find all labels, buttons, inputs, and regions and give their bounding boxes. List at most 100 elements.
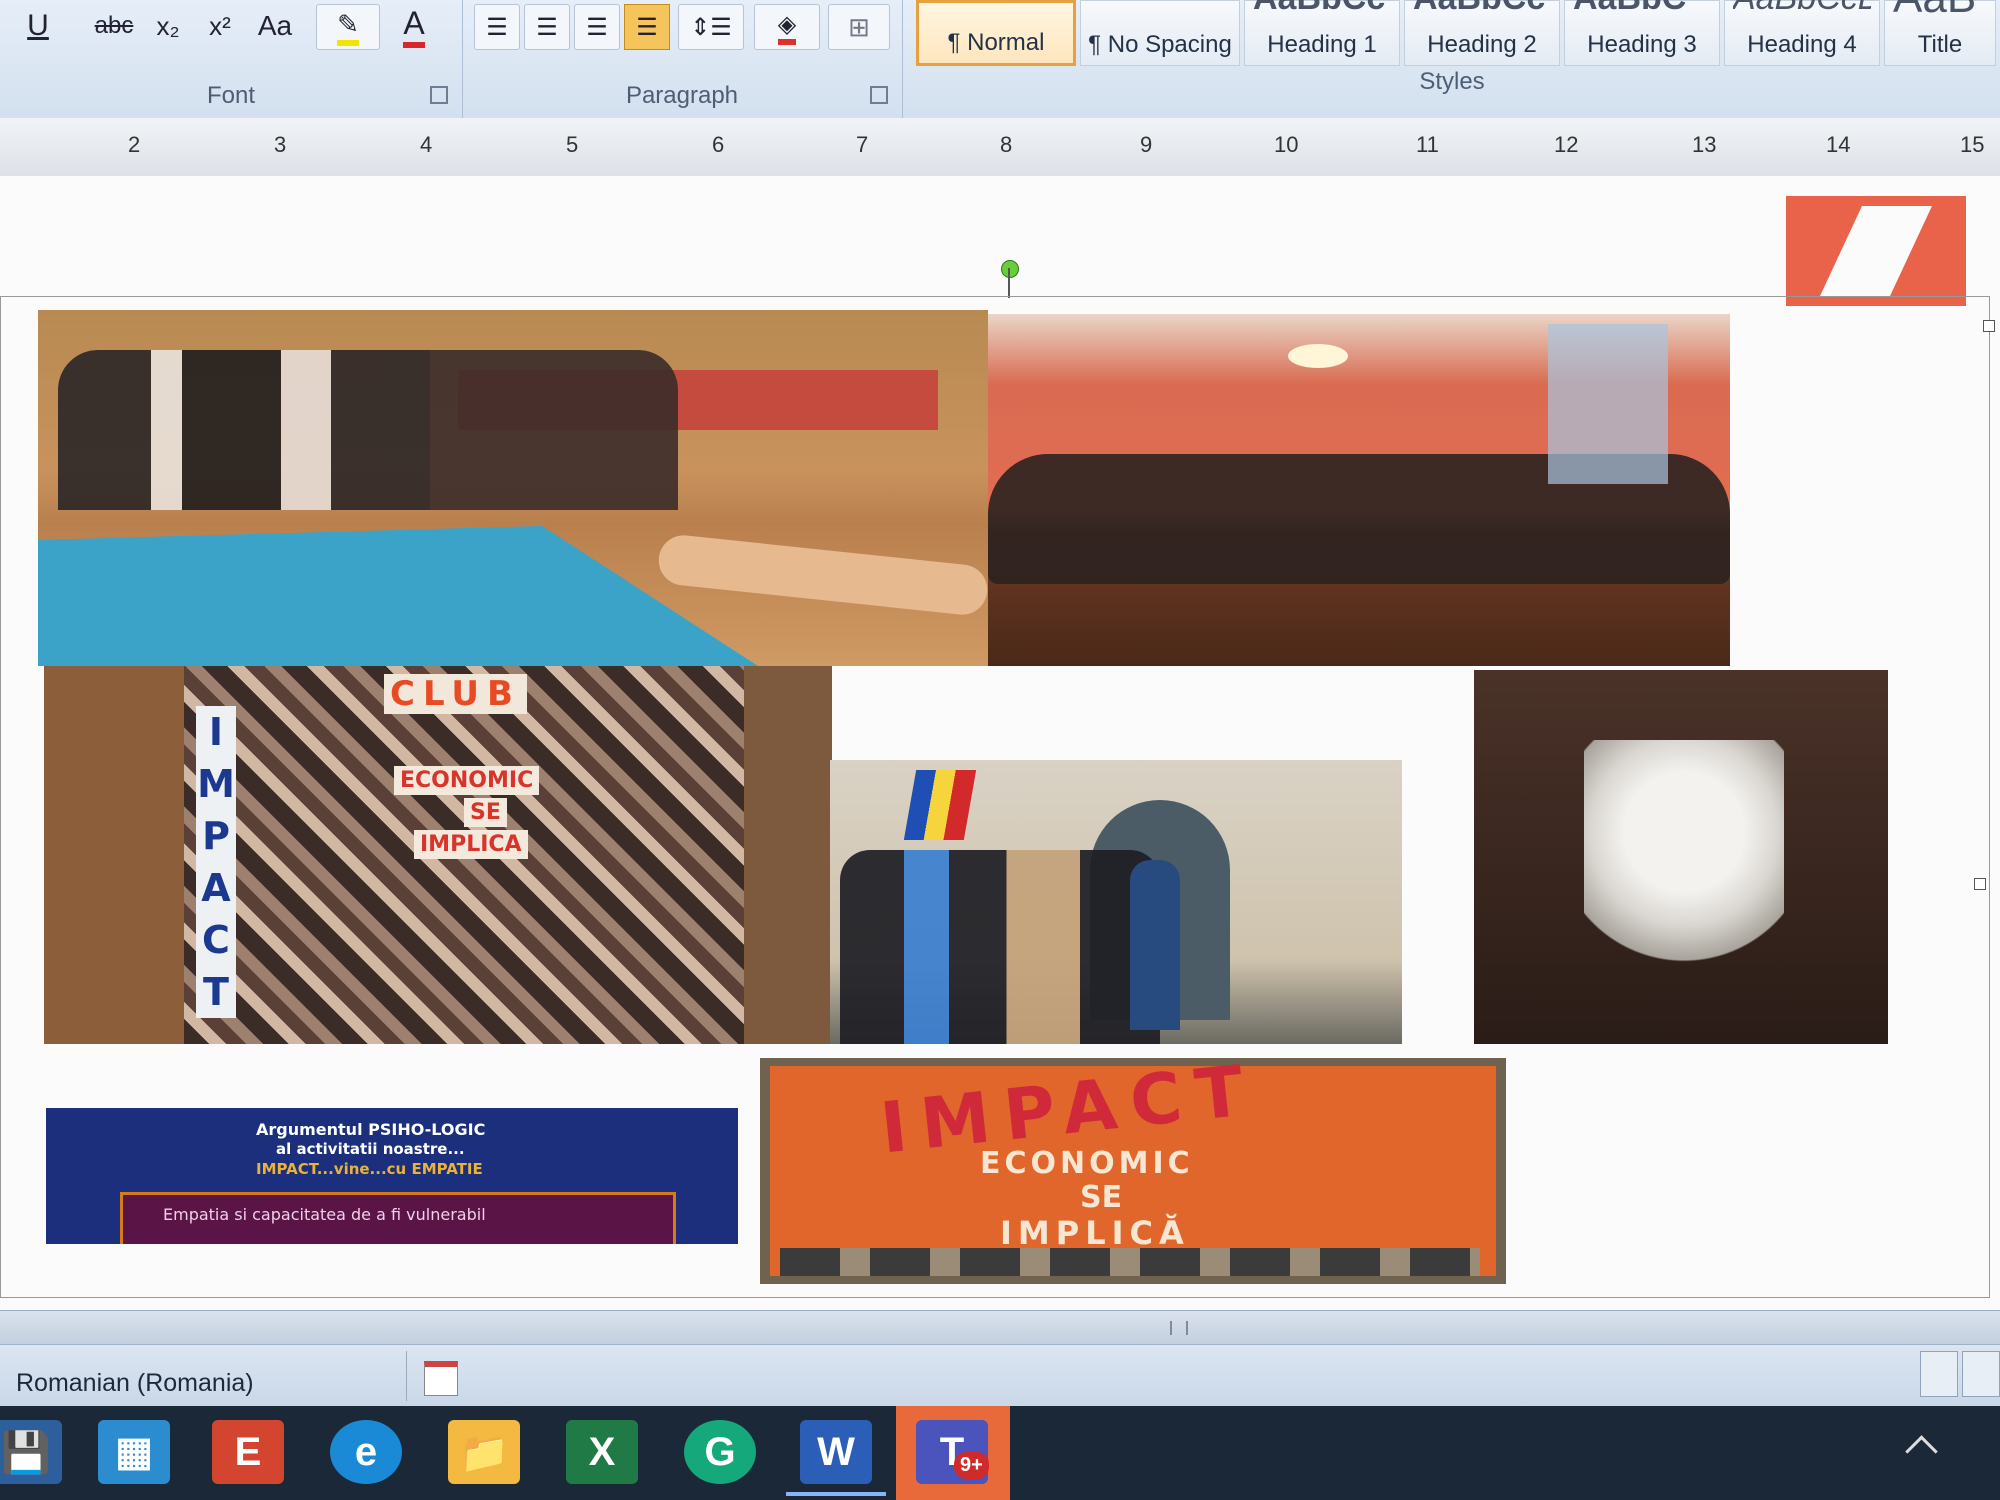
poster-line-economic: ECONOMIC bbox=[980, 1146, 1194, 1181]
students-row bbox=[58, 350, 678, 510]
students-group bbox=[840, 850, 1160, 1044]
decorative-shape bbox=[1786, 196, 1966, 306]
door-frame bbox=[744, 666, 832, 1044]
ruler-number: 6 bbox=[712, 132, 725, 157]
style-no-spacing[interactable]: ¶ No Spacing bbox=[1080, 0, 1240, 66]
ruler-number: 9 bbox=[1140, 132, 1153, 157]
photo-impact-club-board[interactable]: CLUB IMPACT ECONOMIC SE IMPLICA bbox=[44, 666, 832, 1044]
status-bar: Romanian (Romania) bbox=[0, 1344, 2000, 1407]
word-icon[interactable]: W bbox=[800, 1420, 872, 1484]
slide-psycho-logic[interactable]: Argumentul PSIHO-LOGIC al activitatii no… bbox=[46, 1108, 738, 1244]
poster-impact[interactable]: IMPACT ECONOMIC SE IMPLICĂ bbox=[760, 1058, 1506, 1284]
style-heading-3[interactable]: AaBbC Heading 3 bbox=[1564, 0, 1720, 66]
style-normal[interactable]: ¶ Normal bbox=[916, 0, 1076, 66]
shading-button[interactable]: ◈ bbox=[754, 4, 820, 50]
align-left-button[interactable]: ☰ bbox=[474, 4, 520, 50]
style-label: Title bbox=[1917, 31, 1963, 58]
paragraph-dialog-launcher[interactable] bbox=[870, 86, 888, 104]
highlighter-icon: ✎ bbox=[337, 9, 359, 46]
language-indicator[interactable]: Romanian (Romania) bbox=[16, 1369, 254, 1398]
align-center-button[interactable]: ☰ bbox=[524, 4, 570, 50]
style-title[interactable]: AaB Title bbox=[1884, 0, 1996, 66]
slide-content-box: Empatia si capacitatea de a fi vulnerabi… bbox=[120, 1192, 676, 1244]
standing-student bbox=[1130, 860, 1180, 1030]
paragraph-group: ☰ ☰ ☰ ☰ ⇕☰ ◈ ⊞ Paragraph bbox=[462, 0, 903, 118]
proofing-icon[interactable] bbox=[424, 1361, 458, 1396]
borders-button[interactable]: ⊞ bbox=[828, 4, 890, 50]
style-label: Heading 1 bbox=[1267, 31, 1377, 58]
status-separator bbox=[406, 1351, 407, 1401]
font-color-button[interactable]: A bbox=[390, 4, 438, 48]
style-label: Heading 3 bbox=[1587, 31, 1697, 58]
font-group-label: Font bbox=[206, 82, 256, 109]
strikethrough-button[interactable]: abc bbox=[90, 4, 138, 48]
style-label: ¶ Normal bbox=[947, 29, 1045, 56]
align-right-button[interactable]: ☰ bbox=[574, 4, 620, 50]
file-explorer-icon[interactable]: 📁 bbox=[448, 1420, 520, 1484]
font-group: U abc x₂ x² Aa ✎ A Font bbox=[0, 0, 463, 118]
app-icon[interactable]: ▦ bbox=[98, 1420, 170, 1484]
full-screen-view-button[interactable] bbox=[1962, 1351, 2000, 1397]
grammarly-icon[interactable]: G bbox=[684, 1420, 756, 1484]
paint-bucket-icon: ◈ bbox=[777, 10, 797, 45]
ruler-number: 11 bbox=[1416, 132, 1439, 157]
style-preview: AaBbCc bbox=[1253, 0, 1391, 18]
ruler-number: 12 bbox=[1554, 132, 1579, 157]
powerpoint-icon[interactable]: E bbox=[212, 1420, 284, 1484]
board-club-text: CLUB bbox=[384, 674, 527, 714]
edge-icon[interactable]: e bbox=[330, 1420, 402, 1484]
ruler-number: 15 bbox=[1960, 132, 1985, 157]
style-heading-4[interactable]: AaBbCcD Heading 4 bbox=[1724, 0, 1880, 66]
change-case-button[interactable]: Aa bbox=[250, 4, 300, 48]
style-preview: AaBbCcD bbox=[1733, 0, 1871, 18]
font-dialog-launcher[interactable] bbox=[430, 86, 448, 104]
slide-box-text: Empatia si capacitatea de a fi vulnerabi… bbox=[163, 1205, 486, 1224]
style-label: Heading 4 bbox=[1747, 31, 1857, 58]
style-heading-1[interactable]: AaBbCc Heading 1 bbox=[1244, 0, 1400, 66]
ruler-number: 7 bbox=[856, 132, 869, 157]
save-icon[interactable]: 💾 bbox=[0, 1420, 62, 1484]
outstretched-arm bbox=[656, 532, 988, 618]
show-hidden-icons-chevron-icon[interactable] bbox=[1905, 1435, 1938, 1468]
scroll-thumb-grip[interactable] bbox=[1170, 1321, 1188, 1335]
word-active-indicator bbox=[786, 1492, 886, 1496]
poster-photos-strip bbox=[780, 1248, 1480, 1276]
photo-school-entrance-group[interactable] bbox=[830, 760, 1402, 1044]
ceiling-light bbox=[1288, 344, 1348, 368]
resize-handle[interactable] bbox=[1983, 320, 1995, 332]
photo-meeting-room[interactable] bbox=[988, 314, 1730, 666]
photo-paper-decoration[interactable] bbox=[1474, 670, 1888, 1044]
style-heading-2[interactable]: AaBbCc Heading 2 bbox=[1404, 0, 1560, 66]
board-implica-text: IMPLICA bbox=[414, 830, 528, 859]
styles-group-label: Styles bbox=[1419, 68, 1485, 95]
justify-button[interactable]: ☰ bbox=[624, 4, 670, 50]
underline-button[interactable]: U bbox=[18, 4, 58, 48]
print-layout-view-button[interactable] bbox=[1920, 1351, 1958, 1397]
rotation-handle-line bbox=[1008, 268, 1010, 298]
horizontal-scrollbar[interactable] bbox=[0, 1310, 2000, 1345]
superscript-button[interactable]: x² bbox=[200, 4, 240, 48]
subscript-button[interactable]: x₂ bbox=[148, 4, 188, 48]
horizontal-ruler[interactable]: 2 3 4 5 6 7 8 9 10 11 12 13 14 15 bbox=[0, 118, 2000, 177]
line-spacing-button[interactable]: ⇕☰ bbox=[678, 4, 744, 50]
window bbox=[1548, 324, 1668, 484]
rotation-handle[interactable] bbox=[1001, 260, 1019, 278]
paragraph-group-label: Paragraph bbox=[625, 82, 739, 109]
ruler-number: 8 bbox=[1000, 132, 1013, 157]
ribbon: U abc x₂ x² Aa ✎ A Font ☰ ☰ ☰ ☰ ⇕☰ ◈ ⊞ P… bbox=[0, 0, 2000, 119]
ruler-number: 5 bbox=[566, 132, 579, 157]
font-color-icon: A bbox=[403, 5, 425, 48]
document-page[interactable]: CLUB IMPACT ECONOMIC SE IMPLICA Argument… bbox=[0, 176, 2000, 1310]
board-impact-vertical-text: IMPACT bbox=[196, 706, 236, 1018]
style-label: ¶ No Spacing bbox=[1088, 31, 1232, 58]
photo-students-circle[interactable] bbox=[38, 310, 988, 666]
style-label: Heading 2 bbox=[1427, 31, 1537, 58]
teams-tile[interactable]: T 9+ bbox=[896, 1406, 1010, 1500]
ruler-number: 2 bbox=[128, 132, 141, 157]
highlight-color-button[interactable]: ✎ bbox=[316, 4, 380, 50]
style-preview: AaBbC bbox=[1573, 0, 1711, 18]
poster-line-se: SE bbox=[1080, 1180, 1123, 1215]
excel-icon[interactable]: X bbox=[566, 1420, 638, 1484]
resize-handle[interactable] bbox=[1974, 878, 1986, 890]
blue-mat bbox=[38, 526, 758, 666]
